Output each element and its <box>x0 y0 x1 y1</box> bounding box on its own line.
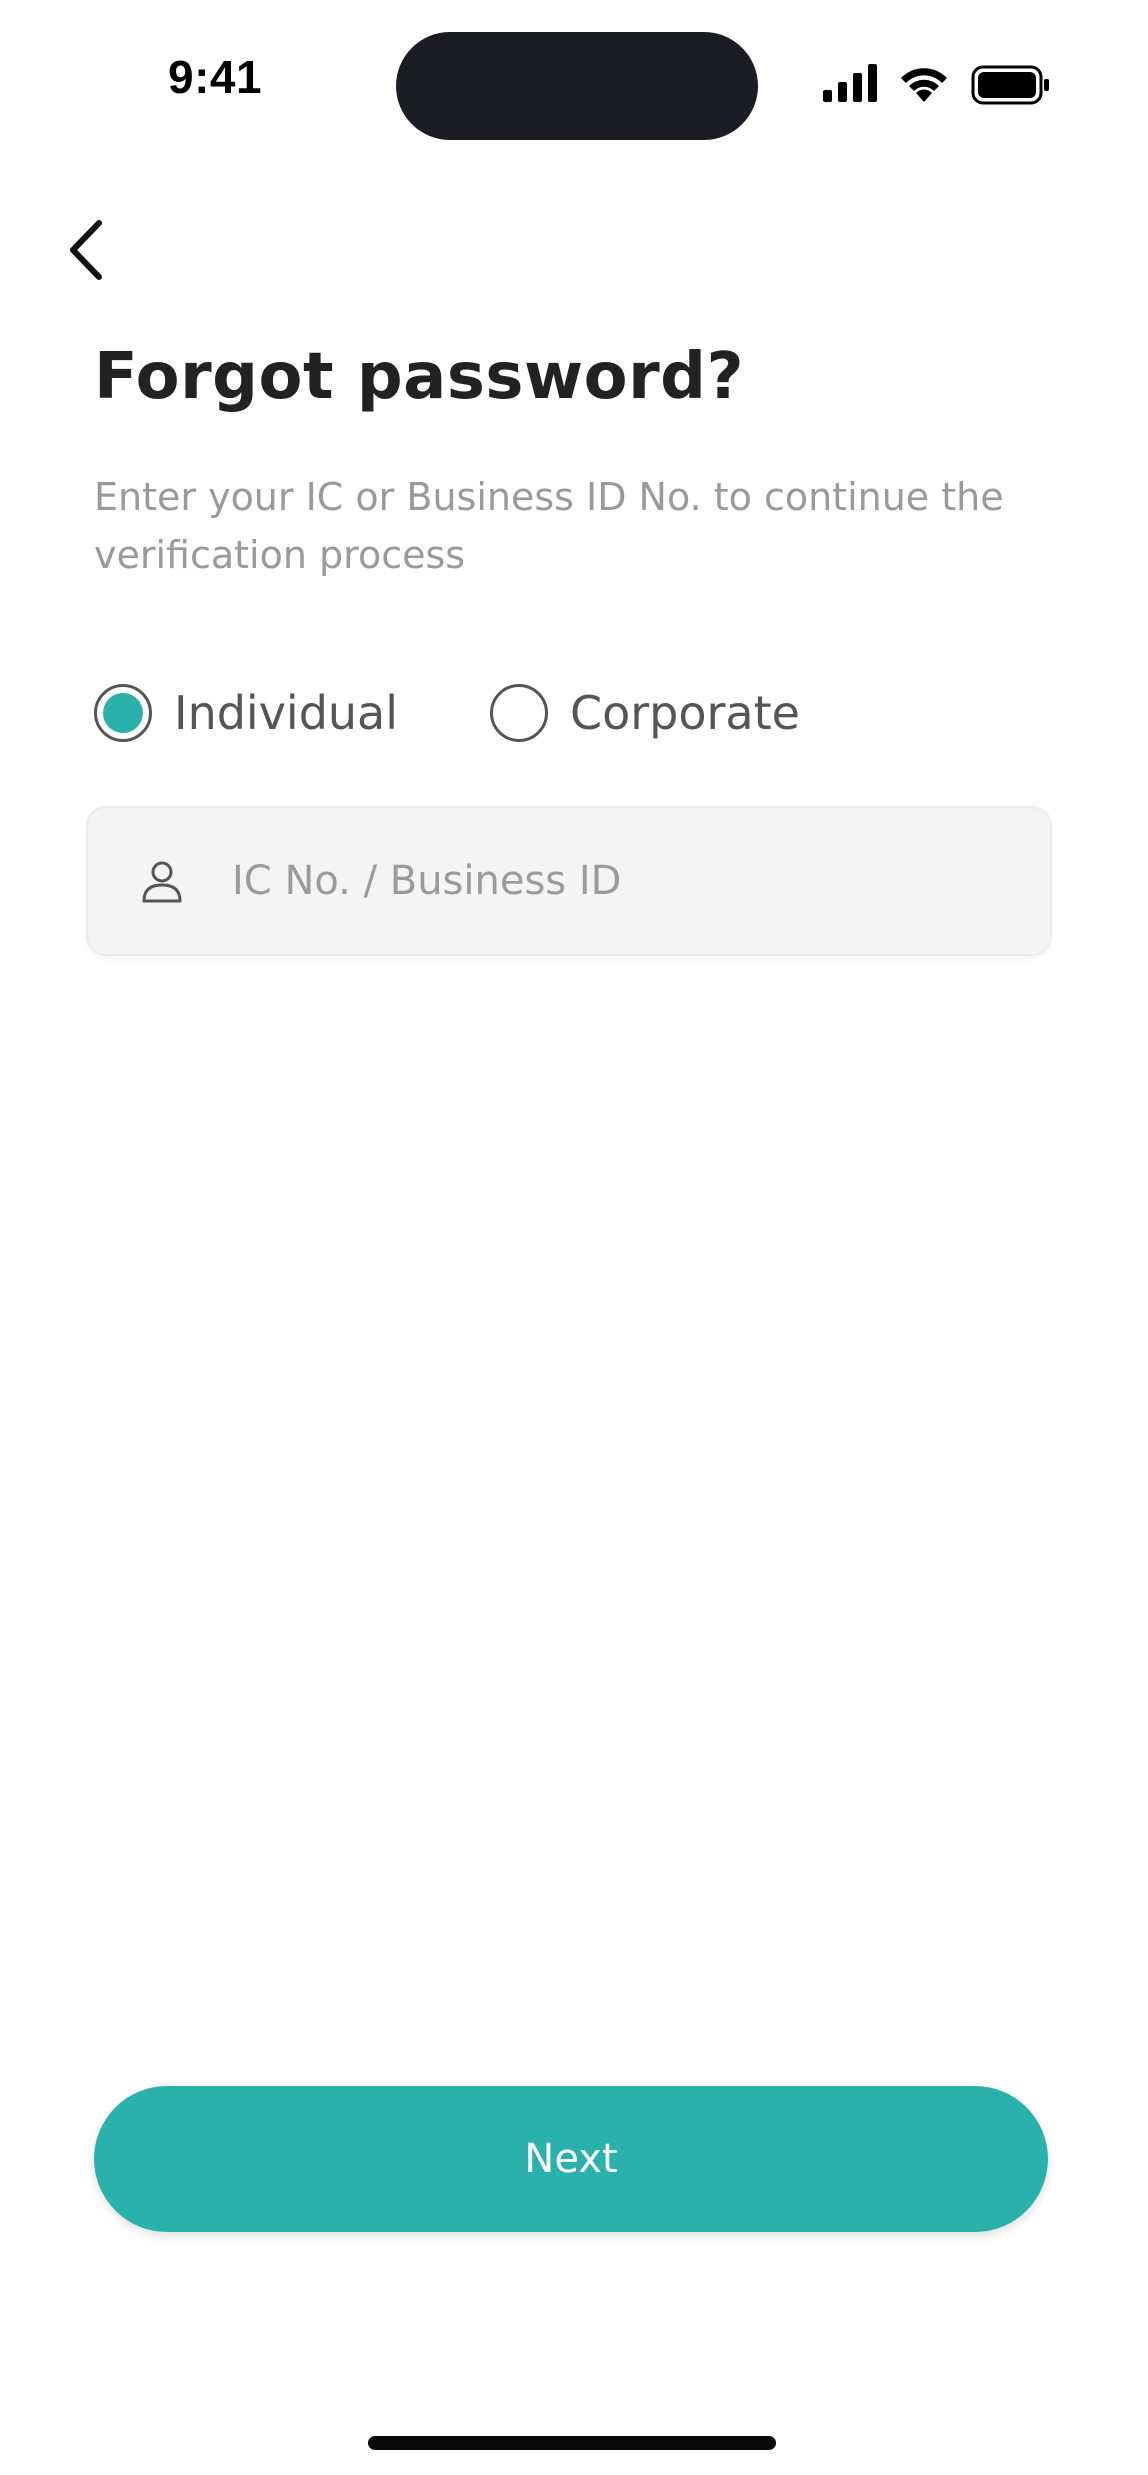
radio-corporate[interactable]: Corporate <box>490 680 800 746</box>
id-input[interactable] <box>232 858 992 904</box>
user-icon <box>142 861 182 903</box>
next-button[interactable]: Next <box>94 2086 1048 2232</box>
radio-label-corporate: Corporate <box>570 686 800 740</box>
page-title: Forgot password? <box>94 340 745 414</box>
wifi-icon <box>901 68 947 102</box>
status-time: 9:41 <box>168 51 263 103</box>
page-subtitle: Enter your IC or Business ID No. to cont… <box>94 475 1004 577</box>
chevron-left-icon <box>70 220 102 280</box>
forgot-password-screen: 9:41 Forgot password? Enter your IC or B… <box>0 0 1148 2475</box>
radio-label-individual: Individual <box>174 686 399 740</box>
radio-unselected-icon <box>490 684 548 742</box>
id-field[interactable] <box>88 808 1050 954</box>
radio-individual[interactable]: Individual <box>94 680 398 746</box>
home-indicator <box>368 2436 776 2450</box>
radio-selected-icon <box>94 684 152 742</box>
dynamic-island <box>396 32 758 140</box>
next-label: Next <box>524 2136 618 2182</box>
battery-icon <box>971 65 1049 105</box>
signal-icon <box>823 64 877 102</box>
back-button[interactable] <box>50 210 120 290</box>
